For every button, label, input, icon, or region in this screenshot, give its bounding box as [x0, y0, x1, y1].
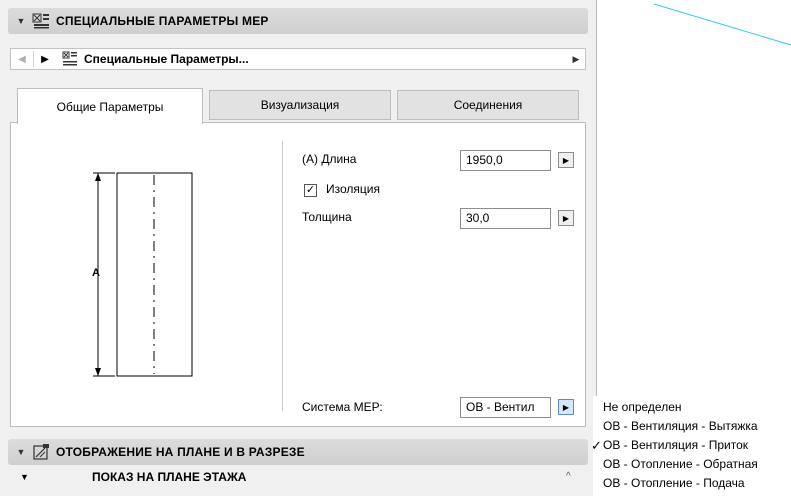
- dropdown-item-heating-return[interactable]: ОВ - Отопление - Обратная: [603, 457, 758, 471]
- dropdown-item-heating-supply[interactable]: ОВ - Отопление - Подача: [603, 476, 745, 490]
- scroll-up-icon[interactable]: ^: [566, 471, 571, 482]
- expand-triangle-icon[interactable]: ▼: [20, 472, 29, 482]
- section-title-mep: СПЕЦИАЛЬНЫЕ ПАРАМЕТРЫ МЕР: [56, 14, 269, 28]
- thickness-field[interactable]: 30,0: [460, 208, 551, 229]
- tab-content-general: A (А) Длина 1950,0 ▶ ✓ Изоляция Толщина …: [10, 122, 586, 427]
- dropdown-item-undefined[interactable]: Не определен: [603, 400, 682, 414]
- dropdown-item-ventilation-supply[interactable]: ✓ ОВ - Вентиляция - Приток: [591, 438, 748, 453]
- tab-visualization[interactable]: Визуализация: [209, 90, 391, 120]
- insulation-label: Изоляция: [326, 182, 380, 196]
- navigator-label[interactable]: Специальные Параметры...: [84, 52, 567, 66]
- mep-system-field[interactable]: ОВ - Вентил: [460, 397, 551, 418]
- settings-panel: ▼ СПЕЦИАЛЬНЫЕ ПАРАМЕТРЫ МЕР ◀ ▶ Специаль…: [0, 0, 596, 496]
- nav-back-icon[interactable]: ◀: [11, 49, 33, 69]
- tab-general-parameters[interactable]: Общие Параметры: [17, 88, 203, 124]
- parameters-navigator: ◀ ▶ Специальные Параметры... ▶: [10, 48, 586, 70]
- length-field[interactable]: 1950,0: [460, 150, 551, 171]
- tab-label: Визуализация: [260, 98, 340, 112]
- floor-plan-section-icon: [33, 444, 49, 460]
- section-header-mep[interactable]: ▼ СПЕЦИАЛЬНЫЕ ПАРАМЕТРЫ МЕР: [8, 8, 588, 34]
- content-divider: [282, 141, 283, 411]
- mep-parameters-icon: [32, 13, 49, 29]
- mep-system-label: Система МЕР:: [302, 400, 383, 414]
- mep-system-dropdown: Не определен ОВ - Вентиляция - Вытяжка ✓…: [591, 396, 791, 496]
- insulation-checkbox[interactable]: ✓: [304, 184, 317, 197]
- dimension-letter: A: [92, 267, 100, 279]
- collapse-triangle-icon[interactable]: ▼: [14, 447, 28, 457]
- subsection-title-floor-display[interactable]: ПОКАЗ НА ПЛАНЕ ЭТАЖА: [92, 470, 246, 484]
- thickness-options-icon[interactable]: ▶: [558, 210, 574, 226]
- tab-label: Соединения: [453, 98, 523, 112]
- length-label: (А) Длина: [302, 152, 357, 166]
- canvas-line: [653, 3, 791, 46]
- nav-forward-icon[interactable]: ▶: [34, 49, 56, 69]
- dropdown-item-ventilation-exhaust[interactable]: ОВ - Вентиляция - Вытяжка: [603, 419, 758, 433]
- tab-label: Общие Параметры: [56, 99, 164, 114]
- thickness-label: Толщина: [302, 210, 352, 224]
- tab-connections[interactable]: Соединения: [397, 90, 579, 120]
- nav-expand-icon[interactable]: ▶: [567, 54, 585, 65]
- length-options-icon[interactable]: ▶: [558, 152, 574, 168]
- section-title-floor-plan: ОТОБРАЖЕНИЕ НА ПЛАНЕ И В РАЗРЕЗЕ: [56, 445, 305, 459]
- section-header-floor-plan[interactable]: ▼ ОТОБРАЖЕНИЕ НА ПЛАНЕ И В РАЗРЕЗЕ: [8, 439, 588, 465]
- parameters-list-icon: [62, 51, 77, 66]
- mep-system-dropdown-icon[interactable]: ▶: [558, 399, 574, 415]
- check-icon: ✓: [591, 438, 602, 453]
- collapse-triangle-icon[interactable]: ▼: [14, 16, 28, 26]
